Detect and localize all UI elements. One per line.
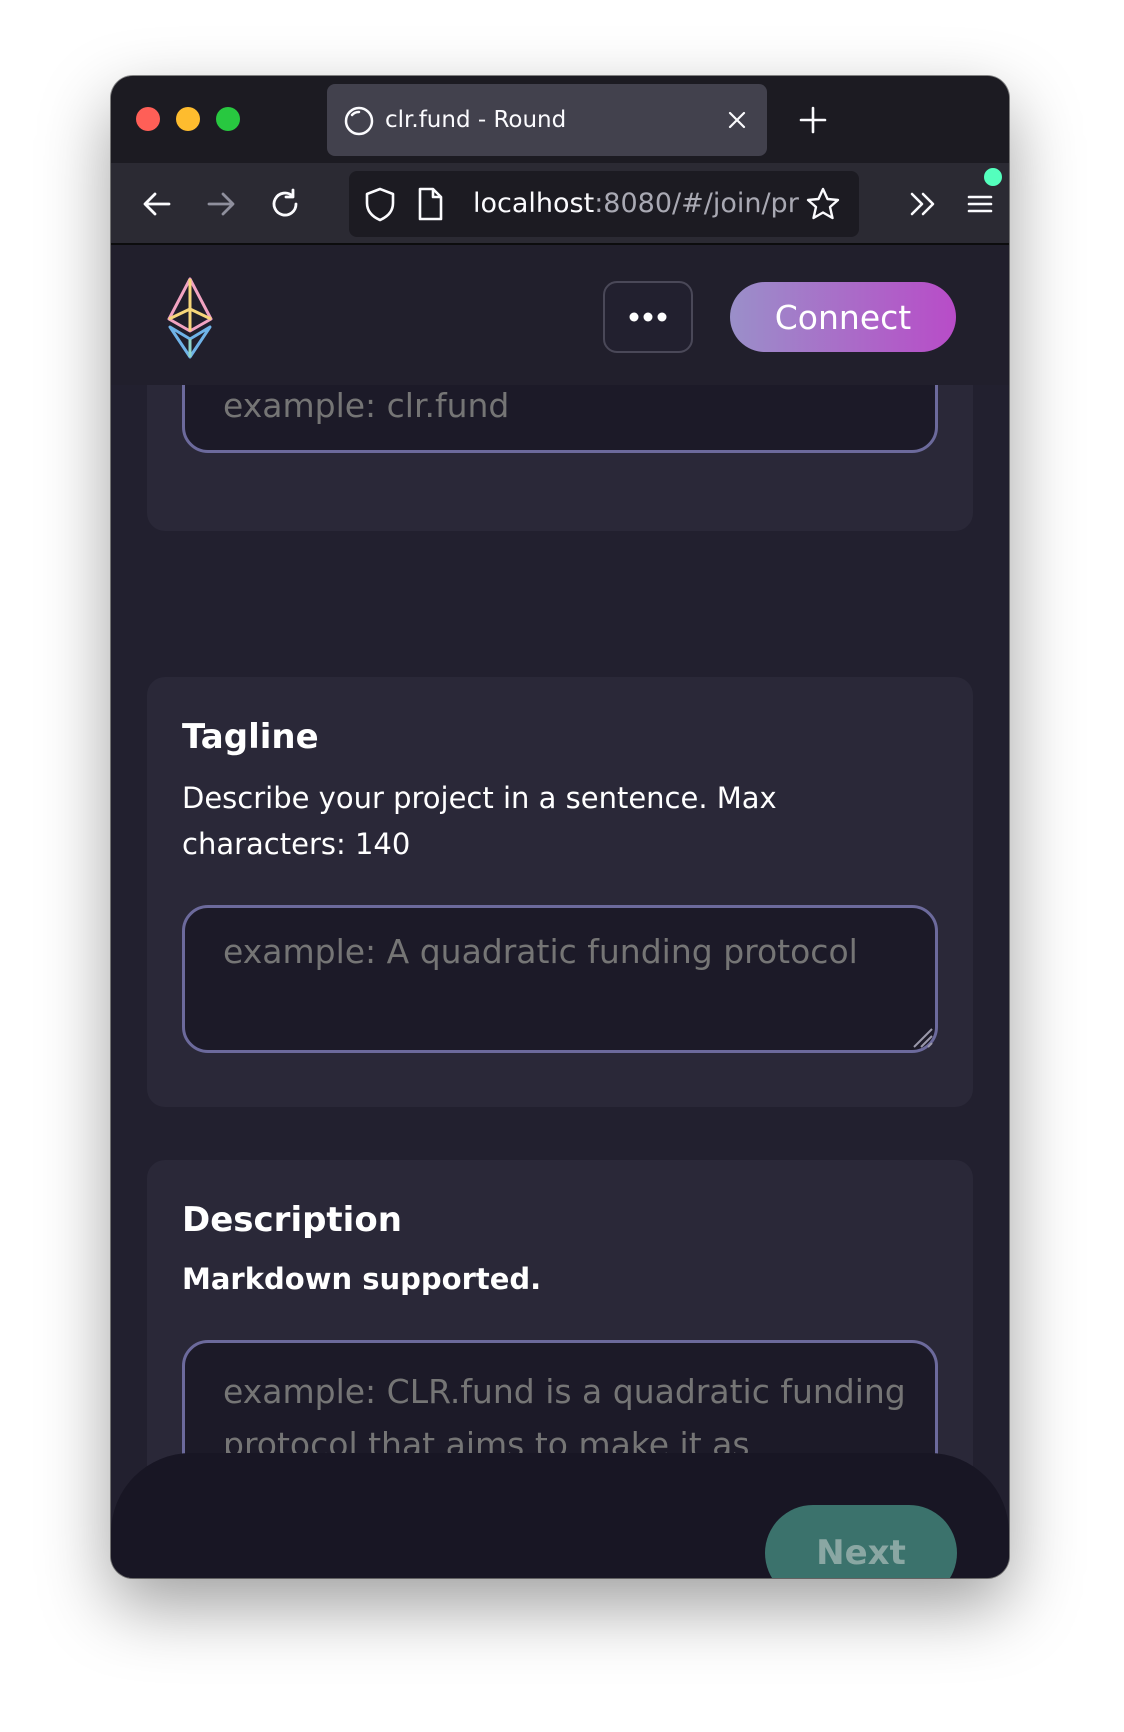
app-header: Connect — [111, 245, 1009, 385]
more-dots-icon — [629, 312, 667, 322]
bookmark-star-icon[interactable] — [805, 186, 841, 222]
close-window-button[interactable] — [136, 107, 160, 131]
navigation-toolbar: localhost:8080/#/join/proj — [111, 163, 1009, 245]
connect-wallet-button[interactable]: Connect — [730, 282, 956, 352]
form-footer: Next — [111, 1453, 1009, 1578]
next-button[interactable]: Next — [765, 1505, 957, 1578]
tab-bar: clr.fund - Round — [111, 76, 1009, 163]
new-tab-icon[interactable] — [797, 104, 829, 136]
loading-spinner-icon — [344, 106, 374, 136]
update-available-badge — [982, 166, 1004, 188]
page-content: Connect Tagline Describe your project in… — [111, 245, 1009, 1578]
browser-window: clr.fund - Round localhost:8080/#/join/p… — [111, 76, 1009, 1578]
address-bar[interactable]: localhost:8080/#/join/proj — [349, 171, 859, 237]
hamburger-menu-icon[interactable] — [963, 186, 999, 222]
overflow-chevrons-icon[interactable] — [905, 186, 941, 222]
clr-fund-logo-icon[interactable] — [165, 277, 215, 359]
page-document-icon[interactable] — [415, 186, 445, 222]
minimize-window-button[interactable] — [176, 107, 200, 131]
description-title: Description — [182, 1200, 402, 1240]
description-hint: Markdown supported. — [182, 1262, 542, 1296]
reload-icon[interactable] — [267, 186, 303, 222]
tagline-textarea[interactable] — [182, 905, 938, 1053]
forward-arrow-icon[interactable] — [203, 186, 239, 222]
tab-clr-fund[interactable]: clr.fund - Round — [327, 84, 767, 156]
tagline-textarea-wrap — [182, 905, 938, 1053]
zoom-window-button[interactable] — [216, 107, 240, 131]
shield-icon[interactable] — [363, 186, 397, 222]
url-text[interactable]: localhost:8080/#/join/proj — [473, 171, 799, 237]
resize-grip-icon[interactable] — [908, 1023, 934, 1049]
back-arrow-icon[interactable] — [139, 186, 175, 222]
tab-title: clr.fund - Round — [385, 107, 567, 133]
tagline-description: Describe your project in a sentence. Max… — [182, 781, 777, 861]
tagline-card: Tagline Describe your project in a sente… — [147, 677, 973, 1107]
tagline-title: Tagline — [182, 717, 319, 757]
close-tab-icon[interactable] — [723, 106, 751, 134]
more-options-button[interactable] — [603, 281, 693, 353]
